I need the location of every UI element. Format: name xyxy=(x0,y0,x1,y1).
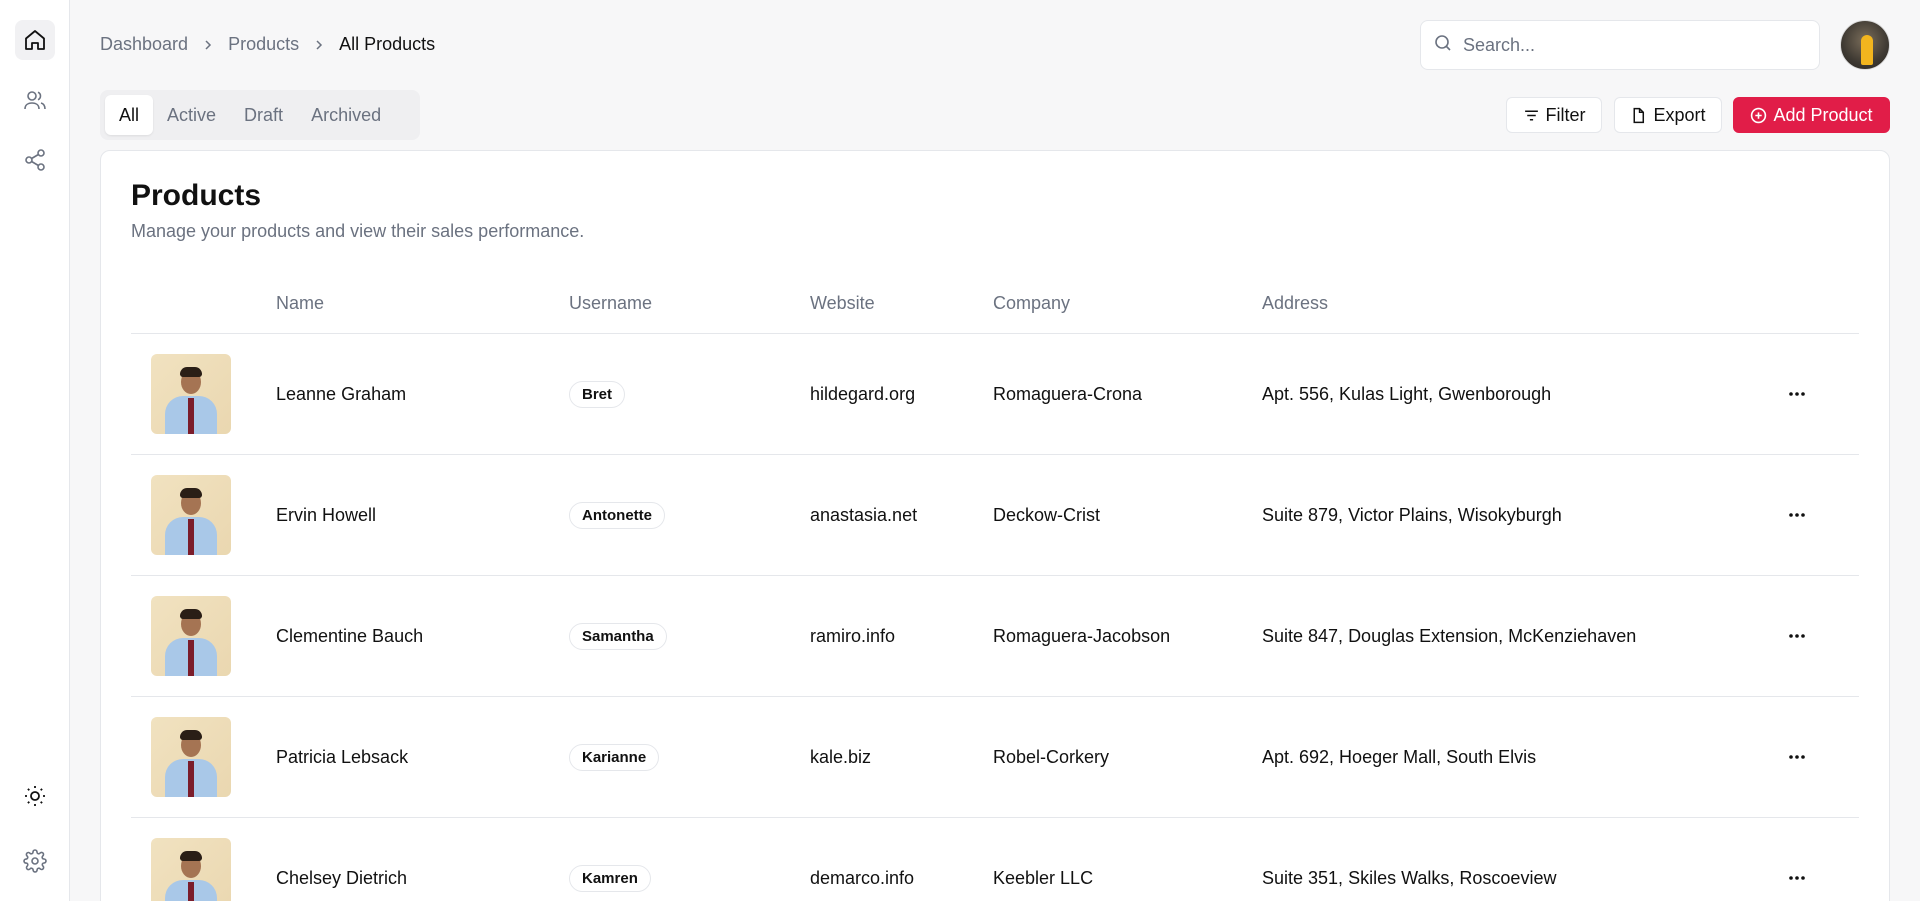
row-name: Leanne Graham xyxy=(276,383,407,404)
row-name: Chelsey Dietrich xyxy=(276,867,408,888)
table-row: Ervin Howell Antonette anastasia.net Dec… xyxy=(131,455,1859,576)
row-company: Robel-Corkery xyxy=(993,746,1110,767)
row-website: kale.biz xyxy=(810,746,872,767)
column-header-address: Address xyxy=(1262,293,1329,313)
username-badge: Antonette xyxy=(569,501,665,529)
row-company: Romaguera-Jacobson xyxy=(993,625,1171,646)
tab-all[interactable]: All xyxy=(105,95,154,135)
tab-active[interactable]: Active xyxy=(153,95,230,135)
row-website: anastasia.net xyxy=(810,504,918,525)
breadcrumb-dashboard[interactable]: Dashboard xyxy=(100,34,188,55)
product-image xyxy=(151,596,231,676)
row-website: demarco.info xyxy=(810,867,915,888)
page-title: Products xyxy=(131,179,262,212)
row-address: Suite 879, Victor Plains, Wisokyburgh xyxy=(1262,504,1562,525)
row-website: hildegard.org xyxy=(810,383,916,404)
table-row: Clementine Bauch Samantha ramiro.info Ro… xyxy=(131,576,1859,697)
file-icon xyxy=(1633,107,1645,123)
add-product-label: Add Product xyxy=(1773,104,1873,125)
page-description: Manage your products and view their sale… xyxy=(131,221,585,241)
table-row: Leanne Graham Bret hildegard.org Romague… xyxy=(131,334,1859,455)
chevron-right-icon xyxy=(313,39,325,51)
username-badge: Bret xyxy=(569,380,626,408)
search-input[interactable] xyxy=(1463,34,1803,56)
breadcrumb-products[interactable]: Products xyxy=(228,34,299,55)
search-icon xyxy=(1433,33,1453,58)
share-icon[interactable] xyxy=(15,140,55,180)
tab-list: All Active Draft Archived xyxy=(100,90,420,140)
breadcrumb: Dashboard Products All Products xyxy=(100,34,435,55)
table-row: Patricia Lebsack Karianne kale.biz Robel… xyxy=(131,697,1859,818)
add-product-button[interactable]: Add Product xyxy=(1733,97,1890,133)
row-address: Suite 351, Skiles Walks, Roscoeview xyxy=(1262,867,1557,888)
export-button[interactable]: Export xyxy=(1614,97,1722,133)
sidebar xyxy=(0,0,70,901)
more-options-icon[interactable] xyxy=(1783,866,1811,890)
tab-archived[interactable]: Archived xyxy=(297,95,395,135)
row-company: Deckow-Crist xyxy=(993,504,1101,525)
product-image xyxy=(151,475,231,555)
more-options-icon[interactable] xyxy=(1783,745,1811,769)
row-website: ramiro.info xyxy=(810,625,896,646)
column-header-website: Website xyxy=(810,293,875,313)
row-company: Keebler LLC xyxy=(993,867,1094,888)
column-header-name: Name xyxy=(276,293,325,313)
row-name: Clementine Bauch xyxy=(276,625,424,646)
more-options-icon[interactable] xyxy=(1783,624,1811,648)
breadcrumb-all-products: All Products xyxy=(339,34,436,54)
product-image xyxy=(151,717,231,797)
row-name: Patricia Lebsack xyxy=(276,746,409,767)
product-image xyxy=(151,838,231,901)
filter-label: Filter xyxy=(1545,104,1586,125)
row-company: Romaguera-Crona xyxy=(993,383,1143,404)
row-address: Apt. 556, Kulas Light, Gwenborough xyxy=(1262,383,1552,404)
username-badge: Samantha xyxy=(569,622,667,650)
sun-icon[interactable] xyxy=(15,776,55,816)
home-icon[interactable] xyxy=(15,20,55,60)
more-options-icon[interactable] xyxy=(1783,382,1811,406)
username-badge: Kamren xyxy=(569,864,651,892)
filter-icon xyxy=(1524,109,1538,121)
column-header-company: Company xyxy=(993,293,1071,313)
column-header-username: Username xyxy=(569,293,653,313)
filter-button[interactable]: Filter xyxy=(1506,97,1602,133)
chevron-right-icon xyxy=(202,39,214,51)
row-address: Suite 847, Douglas Extension, McKenzieha… xyxy=(1262,625,1637,646)
settings-icon[interactable] xyxy=(15,841,55,881)
more-options-icon[interactable] xyxy=(1783,503,1811,527)
row-name: Ervin Howell xyxy=(276,504,377,525)
export-label: Export xyxy=(1653,104,1706,125)
avatar[interactable] xyxy=(1840,20,1890,70)
username-badge: Karianne xyxy=(569,743,660,771)
products-card: Products Manage your products and view t… xyxy=(100,150,1890,901)
search-box xyxy=(1420,20,1820,70)
users-icon[interactable] xyxy=(15,80,55,120)
product-image xyxy=(151,354,231,434)
tab-draft[interactable]: Draft xyxy=(230,95,297,135)
row-address: Apt. 692, Hoeger Mall, South Elvis xyxy=(1262,746,1537,767)
plus-circle-icon xyxy=(1751,107,1767,123)
table-row: Chelsey Dietrich Kamren demarco.info Kee… xyxy=(131,818,1859,901)
